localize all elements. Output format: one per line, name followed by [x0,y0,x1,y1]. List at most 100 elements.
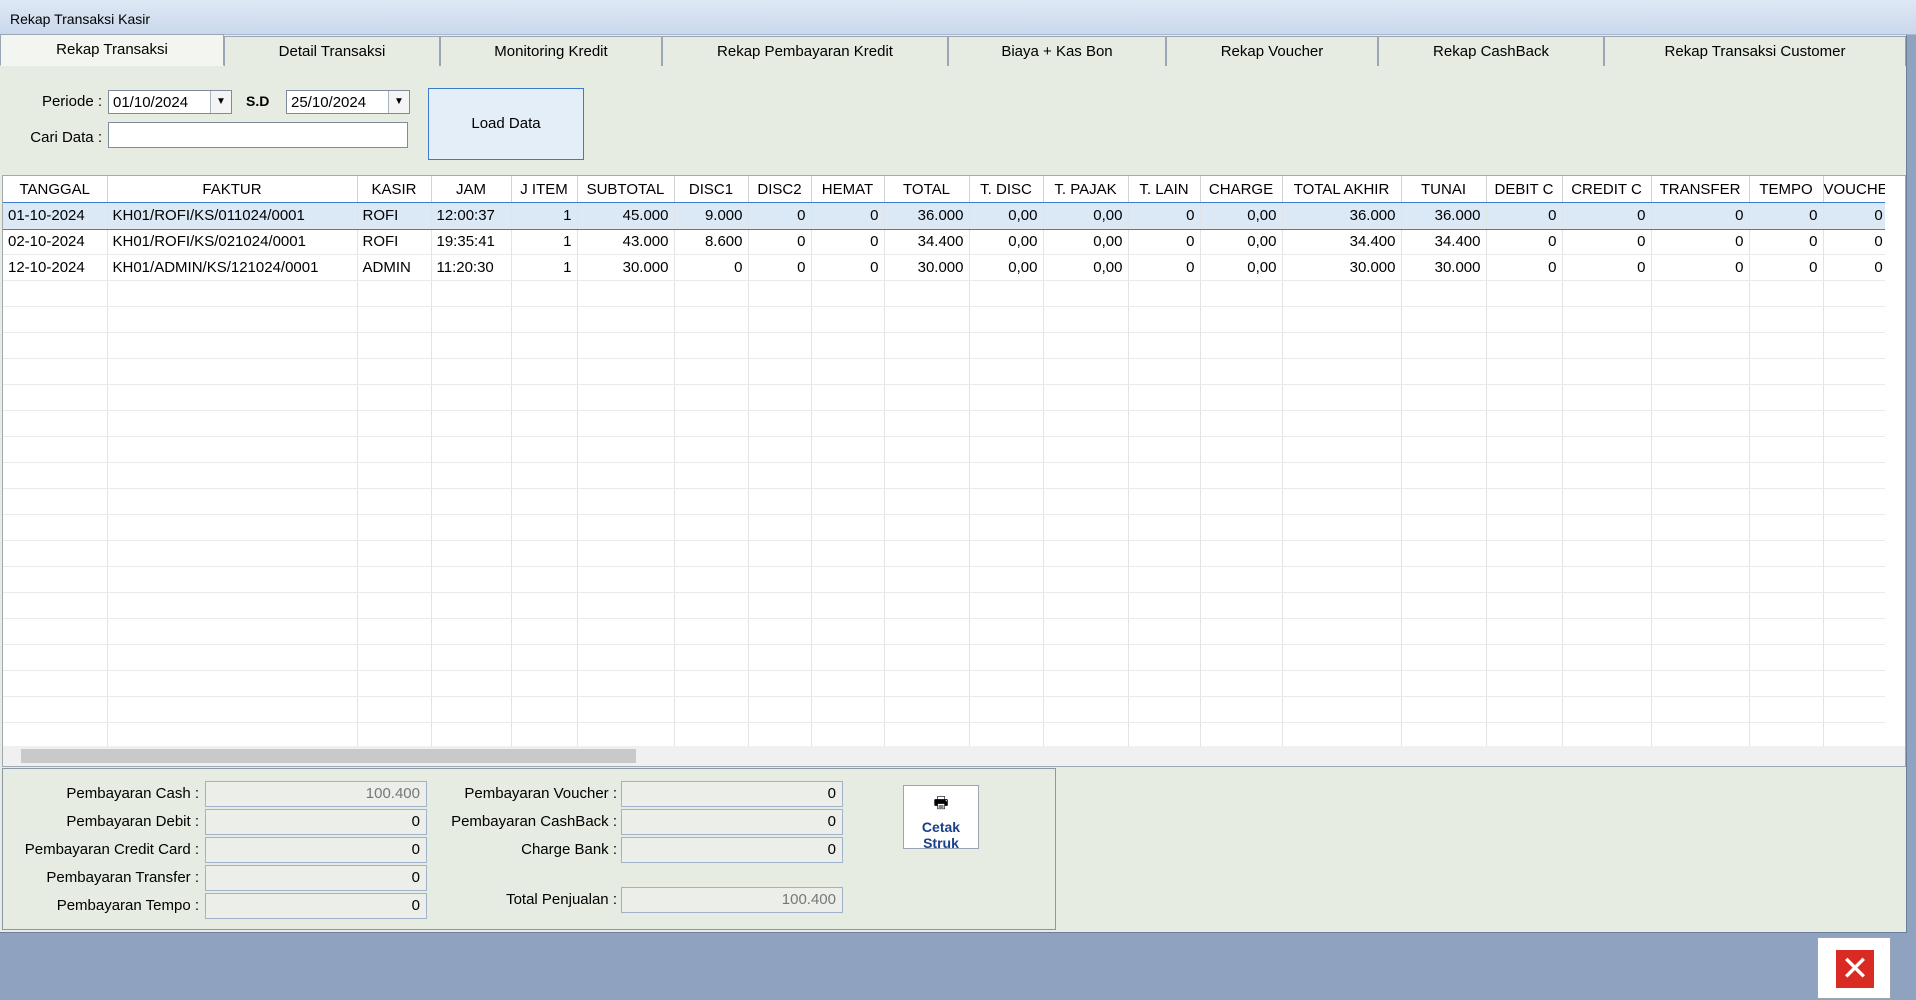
search-input[interactable] [108,122,408,148]
col-voucher[interactable]: VOUCHE [1823,176,1889,203]
col-tanggal[interactable]: TANGGAL [3,176,108,203]
empty-cell [1043,462,1129,489]
empty-cell [3,566,108,593]
col-debit-c[interactable]: DEBIT C [1486,176,1563,203]
empty-cell [884,566,970,593]
empty-cell [511,436,578,463]
chevron-down-icon[interactable]: ▼ [210,91,231,113]
col-tempo[interactable]: TEMPO [1749,176,1824,203]
date-to-picker[interactable]: 25/10/2024 ▼ [286,90,410,114]
empty-cell [431,618,512,645]
empty-cell [1823,332,1889,359]
empty-cell [3,358,108,385]
chevron-down-icon[interactable]: ▼ [388,91,409,113]
empty-cell [3,644,108,671]
empty-cell [1486,670,1563,697]
empty-cell [577,670,675,697]
empty-cell [811,488,885,515]
empty-cell [1043,488,1129,515]
empty-cell [748,280,812,307]
empty-cell [431,332,512,359]
transactions-grid[interactable]: TANGGAL FAKTUR KASIR JAM J ITEM SUBTOTAL… [2,175,1906,767]
col-total-akhir[interactable]: TOTAL AKHIR [1282,176,1402,203]
col-subtotal[interactable]: SUBTOTAL [577,176,675,203]
empty-cell [1128,722,1201,749]
empty-cell [1749,566,1824,593]
empty-cell [511,618,578,645]
scroll-thumb[interactable] [21,749,636,763]
col-faktur[interactable]: FAKTUR [107,176,358,203]
empty-cell [1128,644,1201,671]
col-charge[interactable]: CHARGE [1200,176,1283,203]
load-data-button[interactable]: Load Data [428,88,584,160]
col-total[interactable]: TOTAL [884,176,970,203]
tab-rekap-transaksi[interactable]: Rekap Transaksi [0,34,224,66]
empty-cell [577,488,675,515]
col-credit-c[interactable]: CREDIT C [1562,176,1652,203]
filter-panel: Periode : 01/10/2024 ▼ S.D 25/10/2024 ▼ … [0,66,1906,166]
empty-cell [431,410,512,437]
empty-cell [884,618,970,645]
close-icon: ✕ [1836,950,1874,988]
empty-cell [1043,592,1129,619]
date-from-picker[interactable]: 01/10/2024 ▼ [108,90,232,114]
empty-cell [1651,306,1750,333]
empty-cell [884,280,970,307]
col-t-pajak[interactable]: T. PAJAK [1043,176,1129,203]
empty-cell [969,488,1044,515]
table-cell: 0 [1823,254,1889,281]
empty-cell [511,592,578,619]
empty-cell [674,540,749,567]
empty-cell [1128,592,1201,619]
table-row[interactable]: 02-10-2024 KH01/ROFI/KS/021024/0001 ROFI 19… [3,228,1889,255]
empty-cell [1043,410,1129,437]
tab-biaya-kas-bon[interactable]: Biaya + Kas Bon [948,36,1166,66]
col-disc1[interactable]: DISC1 [674,176,749,203]
empty-cell [1486,540,1563,567]
empty-row [3,384,1889,411]
table-cell: 0 [1651,202,1750,229]
table-cell: 36.000 [1401,202,1487,229]
close-button[interactable]: ✕ [1817,937,1891,999]
col-disc2[interactable]: DISC2 [748,176,812,203]
empty-cell [1200,410,1283,437]
col-kasir[interactable]: KASIR [357,176,432,203]
empty-cell [1043,540,1129,567]
col-tunai[interactable]: TUNAI [1401,176,1487,203]
tab-rekap-cashback[interactable]: Rekap CashBack [1378,36,1604,66]
empty-cell [107,332,358,359]
empty-cell [1043,618,1129,645]
col-j-item[interactable]: J ITEM [511,176,578,203]
tab-monitoring-kredit[interactable]: Monitoring Kredit [440,36,662,66]
empty-cell [1562,618,1652,645]
col-hemat[interactable]: HEMAT [811,176,885,203]
table-cell: 0 [1562,202,1652,229]
empty-cell [1128,306,1201,333]
empty-cell [674,384,749,411]
vertical-scrollbar[interactable] [1885,176,1905,746]
empty-cell [884,540,970,567]
tab-detail-transaksi[interactable]: Detail Transaksi [224,36,440,66]
empty-cell [1651,332,1750,359]
col-transfer[interactable]: TRANSFER [1651,176,1750,203]
empty-cell [1562,696,1652,723]
table-row[interactable]: 12-10-2024 KH01/ADMIN/KS/121024/0001 ADMIN… [3,254,1889,281]
tab-rekap-voucher[interactable]: Rekap Voucher [1166,36,1378,66]
empty-cell [1282,644,1402,671]
cetak-struk-button[interactable]: 🖶 Cetak Struk [903,785,979,851]
empty-cell [1200,618,1283,645]
table-cell: 30.000 [1282,254,1402,281]
table-row[interactable]: 01-10-2024 KH01/ROFI/KS/011024/0001 ROFI 12… [3,201,1890,230]
col-t-lain[interactable]: T. LAIN [1128,176,1201,203]
table-cell: 0,00 [1200,254,1283,281]
empty-cell [1282,384,1402,411]
tab-rekap-transaksi-customer[interactable]: Rekap Transaksi Customer [1604,36,1906,66]
col-jam[interactable]: JAM [431,176,512,203]
empty-cell [1823,670,1889,697]
col-t-disc[interactable]: T. DISC [969,176,1044,203]
tab-rekap-pembayaran-kredit[interactable]: Rekap Pembayaran Kredit [662,36,948,66]
empty-cell [1823,384,1889,411]
table-cell: 0 [811,228,885,255]
empty-cell [107,514,358,541]
horizontal-scrollbar[interactable] [3,746,1905,766]
